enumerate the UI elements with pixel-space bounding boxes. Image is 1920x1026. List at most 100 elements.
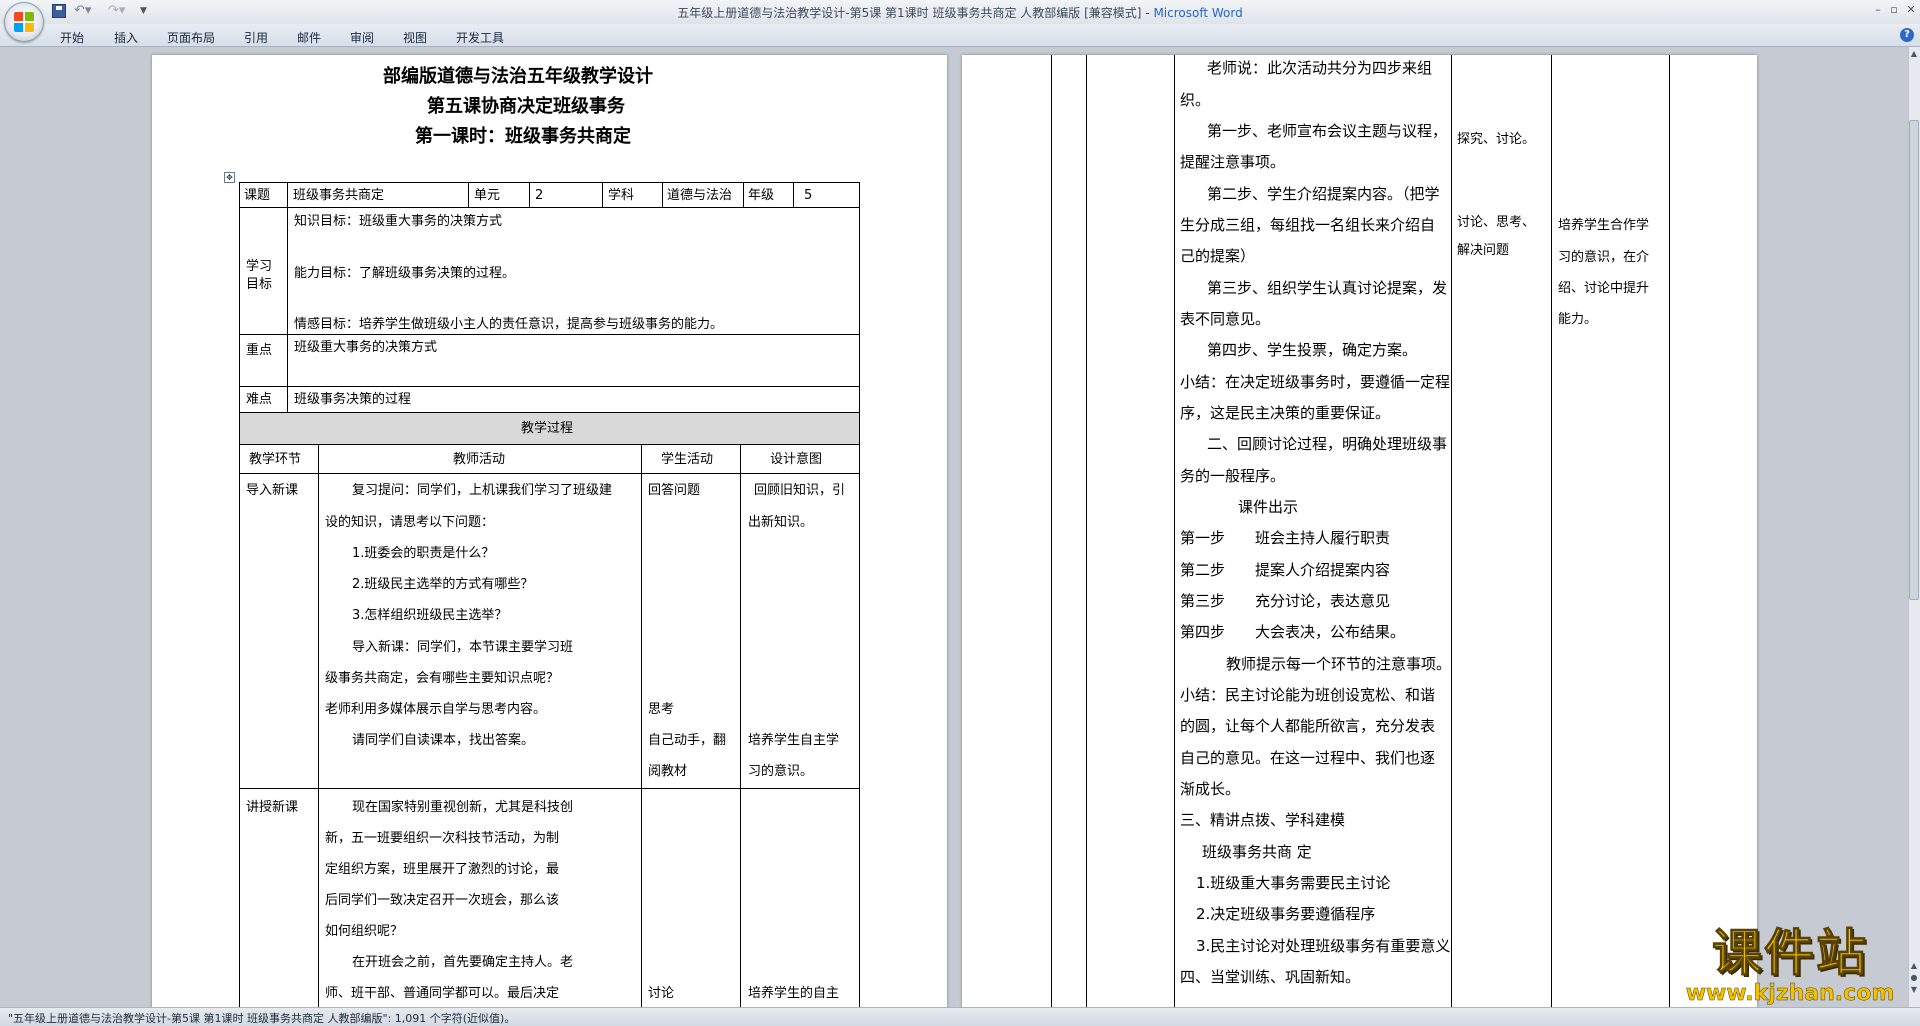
stage1-teacher-line: 导入新课：同学们，本节课主要学习班 (352, 640, 574, 655)
stage1-intent: 习的意识。 (748, 764, 814, 779)
tab-view[interactable]: 视图 (403, 29, 427, 46)
tab-review[interactable]: 审阅 (350, 29, 374, 46)
stage2-intent: 培养学生的自主 (748, 986, 840, 1001)
section-four-heading: 四、当堂训练、巩固新知。 (1180, 968, 1361, 986)
stage1-teacher-line: 1.班委会的职责是什么？ (352, 546, 495, 561)
summary-line: 的圆，让每个人都能所欲言，充分发表 (1180, 717, 1436, 735)
window-title: 五年级上册道德与法治教学设计-第5课 第1课时 班级事务共商定 人教部编版 [兼… (0, 4, 1920, 21)
activity-line: 提醒注意事项。 (1180, 153, 1286, 171)
stage2-teacher-line: 在开班会之前，首先要确定主持人。老 (352, 955, 574, 970)
quick-access-dropdown-icon[interactable]: ▼ (140, 4, 154, 18)
stage2-student: 讨论 (648, 986, 675, 1001)
tab-page-layout[interactable]: 页面布局 (167, 29, 215, 46)
status-bar: "五年级上册道德与法治教学设计-第5课 第1课时 班级事务共商定 人教部编版":… (0, 1007, 1920, 1026)
activity-line: 老师说：此次活动共分为四步来组 (1207, 59, 1433, 77)
title-bar: 五年级上册道德与法治教学设计-第5课 第1课时 班级事务共商定 人教部编版 [兼… (0, 0, 1920, 25)
undo-icon[interactable]: ↶▾ (74, 4, 91, 18)
previous-page-icon[interactable]: ▲ (1909, 960, 1919, 972)
model-point: 2.决定班级事务要遵循程序 (1196, 905, 1376, 923)
stage2-name: 讲授新课 (246, 800, 299, 815)
scroll-thumb[interactable] (1909, 120, 1919, 600)
goal-ability: 能力目标：了解班级事务决策的过程。 (294, 266, 516, 281)
summary-line: 小结：民主讨论能为班创设宽松、和谐 (1180, 686, 1436, 704)
grade-value: 5 (804, 188, 813, 203)
tab-home[interactable]: 开始 (60, 29, 84, 46)
grade-label: 年级 (748, 188, 775, 203)
activity-line: 表不同意见。 (1180, 310, 1271, 328)
stage1-teacher-line: 3.怎样组织班级民主选举？ (352, 608, 508, 623)
goal-emotion: 情感目标：培养学生做班级小主人的责任意识，提高参与班级事务的能力。 (294, 317, 724, 332)
difficulty-label: 难点 (246, 392, 273, 407)
stage1-name: 导入新课 (246, 483, 299, 498)
tab-mailings[interactable]: 邮件 (297, 29, 321, 46)
student-activity: 探究、讨论。 (1457, 132, 1536, 147)
activity-line: 己的提案） (1180, 247, 1256, 265)
stage1-teacher-line: 请同学们自读课本，找出答案。 (352, 733, 535, 748)
document-title: 五年级上册道德与法治教学设计-第5课 第1课时 班级事务共商定 人教部编版 [兼… (677, 6, 1154, 20)
design-intent: 习的意识，在介 (1558, 250, 1650, 265)
student-activity: 讨论、思考、 (1457, 215, 1536, 230)
stage1-teacher-line: 2.班级民主选举的方式有哪些？ (352, 577, 534, 592)
difficulty-value: 班级事务决策的过程 (294, 392, 412, 407)
activity-line: 第四步、学生投票，确定方案。 (1207, 341, 1418, 359)
design-intent: 培养学生合作学 (1558, 218, 1650, 233)
close-button[interactable]: ✕ (1901, 2, 1920, 18)
model-point: 3.民主讨论对处理班级事务有重要意义 (1196, 937, 1451, 955)
unit-label: 单元 (474, 188, 501, 203)
watermark-url: www.kjzhan.com (1685, 981, 1895, 1007)
office-logo-icon (14, 12, 34, 32)
tab-references[interactable]: 引用 (244, 29, 268, 46)
activity-line: 织。 (1180, 91, 1211, 109)
step-line: 第四步 大会表决，公布结果。 (1180, 623, 1406, 641)
page-title-2: 第五课协商决定班级事务 (427, 96, 625, 117)
goals-label-1: 学习 (246, 259, 273, 274)
subject-value: 道德与法治 (667, 188, 733, 203)
stage1-teacher-line: 复习提问：同学们，上机课我们学习了班级建 (352, 483, 613, 498)
summary-line: 序，这是民主决策的重要保证。 (1180, 404, 1391, 422)
table-move-handle[interactable]: ✥ (224, 172, 235, 183)
stage2-teacher-line: 后同学们一致决定召开一次班会，那么该 (325, 893, 560, 908)
redo-icon[interactable]: ↷▾ (108, 4, 125, 18)
section-two-line: 务的一般程序。 (1180, 467, 1286, 485)
watermark-logo: 课件站 www.kjzhan.com (1670, 925, 1910, 1007)
stage2-teacher-line: 师、班干部、普通同学都可以。最后决定 (325, 986, 560, 1001)
column-stage: 教学环节 (249, 452, 302, 467)
model-title: 班级事务共商 定 (1202, 843, 1312, 861)
status-text: "五年级上册道德与法治教学设计-第5课 第1课时 班级事务共商定 人教部编版":… (8, 1012, 516, 1025)
design-intent: 能力。 (1558, 312, 1598, 327)
stage1-teacher-line: 老师利用多媒体展示自学与思考内容。 (325, 702, 547, 717)
focus-label: 重点 (246, 343, 273, 358)
process-title: 教学过程 (521, 421, 574, 436)
ribbon-tabs: 开始 插入 页面布局 引用 邮件 审阅 视图 开发工具 (0, 24, 1920, 47)
stage2-teacher-line: 如何组织呢？ (325, 924, 404, 939)
unit-value: 2 (535, 188, 544, 203)
activity-line: 第一步、老师宣布会议主题与议程， (1207, 122, 1448, 140)
page-title-1: 部编版道德与法治五年级教学设计 (383, 66, 653, 87)
summary-line: 小结：在决定班级事务时，要遵循一定程 (1180, 373, 1451, 391)
subject-label: 学科 (608, 188, 635, 203)
next-page-icon[interactable]: ▼ (1909, 984, 1919, 996)
stage1-student: 回答问题 (648, 483, 701, 498)
stage1-intent: 培养学生自主学 (748, 733, 840, 748)
step-line: 第三步 充分讨论，表达意见 (1180, 592, 1391, 610)
office-button[interactable] (4, 2, 44, 42)
goal-knowledge: 知识目标：班级重大事务的决策方式 (294, 214, 503, 229)
step-line: 第二步 提案人介绍提案内容 (1180, 561, 1391, 579)
topic-value: 班级事务共商定 (293, 188, 385, 203)
tab-insert[interactable]: 插入 (114, 29, 138, 46)
help-icon[interactable]: ? (1900, 28, 1914, 42)
column-student: 学生活动 (661, 452, 714, 467)
activity-line: 生分成三组，每组找一名组长来介绍自 (1180, 216, 1436, 234)
stage1-student: 阅教材 (648, 764, 688, 779)
page-1: 部编版道德与法治五年级教学设计 第五课协商决定班级事务 第一课时：班级事务共商定… (152, 55, 947, 1007)
scroll-up-icon[interactable]: ▲ (1909, 48, 1919, 60)
stage2-teacher-line: 新，五一班要组织一次科技节活动，为制 (325, 831, 560, 846)
tab-developer[interactable]: 开发工具 (456, 29, 504, 46)
select-browse-object-icon[interactable]: ● (1909, 972, 1919, 984)
save-icon[interactable] (52, 4, 66, 18)
design-intent: 绍、讨论中提升 (1558, 281, 1650, 296)
focus-value: 班级重大事务的决策方式 (294, 340, 438, 355)
stage2-teacher-line: 现在国家特别重视创新，尤其是科技创 (352, 800, 574, 815)
topic-label: 课题 (244, 188, 271, 203)
goals-label-2: 目标 (246, 277, 273, 292)
